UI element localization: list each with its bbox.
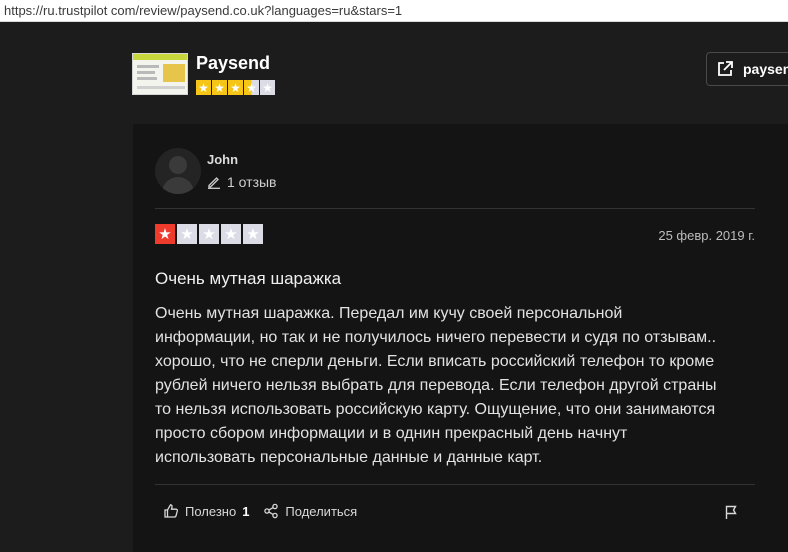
review-rating-stars: ★ ★ ★ ★ ★	[155, 224, 263, 244]
star-icon: ★	[244, 80, 259, 95]
useful-label: Полезно	[185, 503, 237, 519]
avatar[interactable]	[155, 148, 201, 194]
review-body-line: просто сбором информации и в однин прекр…	[155, 425, 628, 442]
reviewer-review-count: 1 отзыв	[207, 174, 277, 190]
review-date: 25 февр. 2019 г.	[658, 228, 755, 243]
address-bar-url[interactable]: https://ru.trustpilot com/review/paysend…	[4, 3, 402, 18]
star-icon: ★	[228, 80, 243, 95]
review-body-line: использовать персональные данные и данны…	[155, 449, 543, 466]
review-title[interactable]: Очень мутная шаражка	[155, 269, 341, 289]
review-card: John 1 отзыв ★ ★ ★ ★ ★ 25 февр. 2019 г. …	[133, 124, 788, 552]
visit-website-label: paysen	[743, 61, 788, 77]
star-icon: ★	[243, 224, 263, 244]
divider	[155, 208, 755, 209]
review-body-line: то нельзя использовать российскую карту.…	[155, 401, 716, 418]
divider	[155, 484, 755, 485]
review-body-line: информации, но так и не получилось ничег…	[155, 329, 717, 346]
review-body-line: хорошо, что не сперли деньги. Если вписа…	[155, 353, 715, 370]
company-rating-stars: ★ ★ ★ ★ ★	[196, 80, 275, 95]
review-body-line: Очень мутная шаражка. Передал им кучу св…	[155, 305, 623, 322]
star-icon: ★	[212, 80, 227, 95]
review-body: Очень мутная шаражка. Передал им кучу св…	[155, 302, 765, 470]
useful-button[interactable]: Полезно 1	[163, 503, 249, 519]
share-button[interactable]: Поделиться	[263, 503, 357, 519]
company-logo[interactable]	[132, 53, 188, 95]
useful-count: 1	[242, 503, 250, 519]
address-bar[interactable]: https://ru.trustpilot com/review/paysend…	[0, 0, 788, 22]
share-icon	[264, 503, 279, 519]
star-icon: ★	[177, 224, 197, 244]
star-icon: ★	[221, 224, 241, 244]
thumbs-up-icon	[164, 504, 179, 518]
visit-website-button[interactable]: paysen	[706, 52, 788, 86]
star-icon: ★	[199, 224, 219, 244]
review-body-line: рублей ничего нельзя выбрать для перевод…	[155, 377, 717, 394]
star-icon: ★	[155, 224, 175, 244]
external-link-icon	[718, 61, 733, 76]
pencil-icon	[208, 177, 220, 189]
company-name[interactable]: Paysend	[196, 53, 270, 74]
share-label: Поделиться	[285, 503, 358, 519]
flag-icon[interactable]	[723, 504, 739, 520]
star-icon: ★	[260, 80, 275, 95]
review-count-label: 1 отзыв	[227, 174, 277, 190]
star-icon: ★	[196, 80, 211, 95]
review-actions: Полезно 1 Поделиться	[163, 503, 371, 519]
company-header: Paysend ★ ★ ★ ★ ★ paysen	[0, 22, 788, 124]
reviewer-name[interactable]: John	[207, 152, 238, 167]
